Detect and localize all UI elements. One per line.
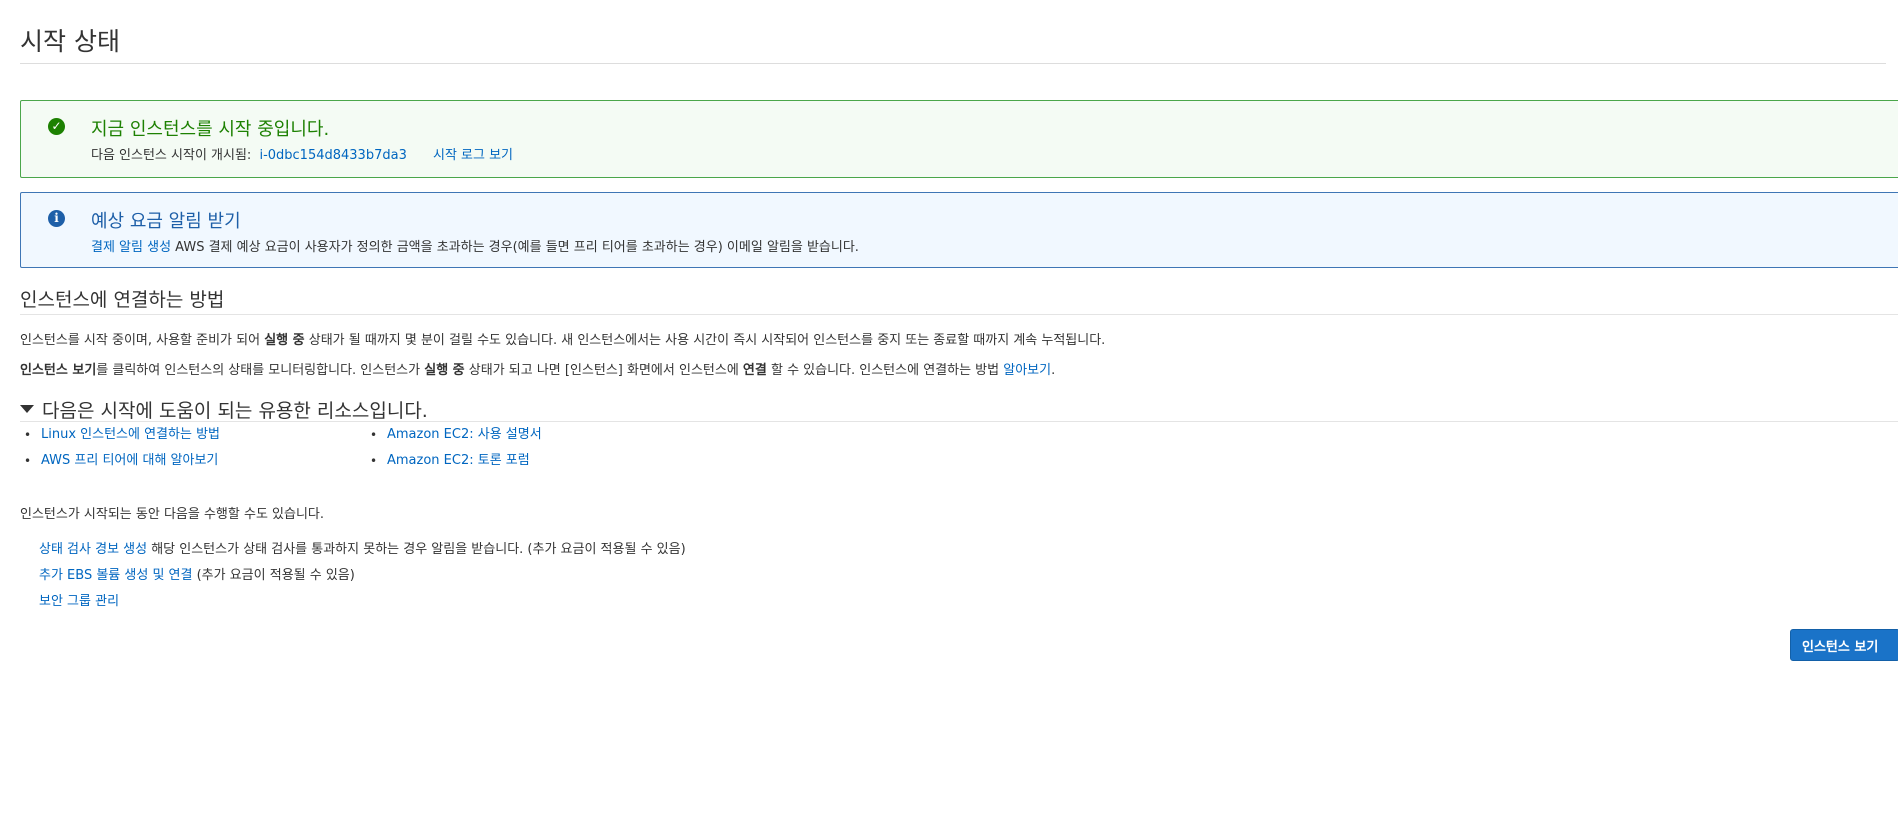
launch-success-alert: ✓ 지금 인스턴스를 시작 중입니다. 다음 인스턴스 시작이 개시됨: i-0… <box>20 100 1898 178</box>
connect-paragraph-1: 인스턴스를 시작 중이며, 사용할 준비가 되어 실행 중 상태가 될 때까지 … <box>20 329 1105 348</box>
para1-text-c: 상태가 될 때까지 몇 분이 걸릴 수도 있습니다. 새 인스턴스에서는 사용 … <box>304 333 1106 348</box>
list-item: Amazon EC2: 토론 포럼 <box>366 451 542 477</box>
create-billing-alert-link[interactable]: 결제 알림 생성 <box>91 240 171 255</box>
info-alert-title: 예상 요금 알림 받기 <box>91 211 241 232</box>
linux-connect-link[interactable]: Linux 인스턴스에 연결하는 방법 <box>41 427 220 442</box>
action-row: 상태 검사 경보 생성 해당 인스턴스가 상태 검사를 통과하지 못하는 경우 … <box>39 538 686 557</box>
success-alert-body: 다음 인스턴스 시작이 개시됨: i-0dbc154d8433b7da3 시작 … <box>91 144 513 163</box>
para2-text-2: 상태가 되고 나면 [인스턴스] 화면에서 인스턴스에 <box>464 363 743 378</box>
action-text: 해당 인스턴스가 상태 검사를 통과하지 못하는 경우 알림을 받습니다. (추… <box>147 542 686 557</box>
para2-end: . <box>1051 363 1056 378</box>
title-divider <box>20 63 1886 64</box>
para2-bold-connect: 연결 <box>742 363 767 378</box>
resources-divider <box>20 421 1898 422</box>
caret-down-icon <box>20 404 34 413</box>
list-item: AWS 프리 티어에 대해 알아보기 <box>20 451 220 477</box>
para2-bold-running: 실행 중 <box>424 363 465 378</box>
resources-toggle[interactable]: 다음은 시작에 도움이 되는 유용한 리소스입니다. <box>20 396 428 423</box>
section-divider <box>20 314 1898 315</box>
para2-text-1: 를 클릭하여 인스턴스의 상태를 모니터링합니다. 인스턴스가 <box>96 363 425 378</box>
check-circle-icon: ✓ <box>48 118 65 135</box>
para1-bold-running: 실행 중 <box>264 333 305 348</box>
create-status-check-alarm-link[interactable]: 상태 검사 경보 생성 <box>39 542 147 557</box>
billing-info-alert: i 예상 요금 알림 받기 결제 알림 생성 AWS 결제 예상 요금이 사용자… <box>20 192 1898 268</box>
success-alert-prefix: 다음 인스턴스 시작이 개시됨: <box>91 148 252 163</box>
list-item: Linux 인스턴스에 연결하는 방법 <box>20 425 220 451</box>
info-icon: i <box>48 210 65 227</box>
action-row: 보안 그룹 관리 <box>39 590 119 609</box>
view-launch-log-link[interactable]: 시작 로그 보기 <box>433 148 513 163</box>
action-row: 추가 EBS 볼륨 생성 및 연결 (추가 요금이 적용될 수 있음) <box>39 564 355 583</box>
create-ebs-volume-link[interactable]: 추가 EBS 볼륨 생성 및 연결 <box>39 568 192 583</box>
info-alert-text: AWS 결제 예상 요금이 사용자가 정의한 금액을 초과하는 경우(예를 들면… <box>175 240 859 255</box>
para2-bold-view-instances: 인스턴스 보기 <box>20 363 97 378</box>
info-alert-body: 결제 알림 생성 AWS 결제 예상 요금이 사용자가 정의한 금액을 초과하는… <box>91 236 859 255</box>
free-tier-link[interactable]: AWS 프리 티어에 대해 알아보기 <box>41 453 218 468</box>
resources-list-right: Amazon EC2: 사용 설명서 Amazon EC2: 토론 포럼 <box>366 425 542 477</box>
manage-security-groups-link[interactable]: 보안 그룹 관리 <box>39 594 119 609</box>
view-instances-button[interactable]: 인스턴스 보기 <box>1790 629 1898 661</box>
learn-more-link[interactable]: 알아보기 <box>1003 363 1051 378</box>
connect-section-title: 인스턴스에 연결하는 방법 <box>20 289 225 311</box>
success-alert-title: 지금 인스턴스를 시작 중입니다. <box>91 119 330 140</box>
instance-id-link[interactable]: i-0dbc154d8433b7da3 <box>259 148 406 163</box>
connect-paragraph-2: 인스턴스 보기를 클릭하여 인스턴스의 상태를 모니터링합니다. 인스턴스가 실… <box>20 359 1055 378</box>
resources-title: 다음은 시작에 도움이 되는 유용한 리소스입니다. <box>42 400 428 422</box>
resources-list-left: Linux 인스턴스에 연결하는 방법 AWS 프리 티어에 대해 알아보기 <box>20 425 220 477</box>
ec2-user-guide-link[interactable]: Amazon EC2: 사용 설명서 <box>387 427 542 442</box>
page-title: 시작 상태 <box>20 27 120 56</box>
ec2-forum-link[interactable]: Amazon EC2: 토론 포럼 <box>387 453 530 468</box>
para1-text-a: 인스턴스를 시작 중이며, 사용할 준비가 되어 <box>20 333 265 348</box>
while-launching-intro: 인스턴스가 시작되는 동안 다음을 수행할 수도 있습니다. <box>20 507 325 522</box>
list-item: Amazon EC2: 사용 설명서 <box>366 425 542 451</box>
action-text: (추가 요금이 적용될 수 있음) <box>192 568 355 583</box>
para2-text-3: 할 수 있습니다. 인스턴스에 연결하는 방법 <box>766 363 1004 378</box>
